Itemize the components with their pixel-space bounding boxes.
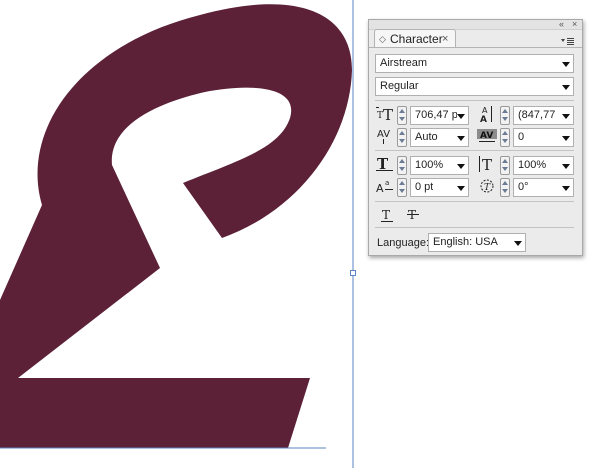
svg-text:A: A	[482, 106, 488, 115]
skew-field[interactable]: 0°	[513, 178, 574, 197]
svg-text:T: T	[383, 106, 393, 123]
language-label: Language:	[377, 237, 429, 249]
svg-text:A: A	[376, 182, 384, 195]
chevron-down-icon	[562, 85, 570, 90]
panel-collapse-button[interactable]: «	[559, 20, 564, 29]
svg-text:A: A	[480, 115, 487, 123]
chevron-down-icon	[457, 114, 465, 119]
separator	[375, 201, 574, 202]
horizontal-scale-value: 100%	[415, 159, 444, 171]
tracking-icon: AV	[477, 127, 497, 145]
panel-menu-icon[interactable]	[561, 37, 575, 49]
chevron-down-icon	[457, 136, 465, 141]
chevron-down-icon	[562, 164, 570, 169]
font-size-value: 706,47 p	[415, 109, 457, 121]
chevron-down-icon	[457, 186, 465, 191]
chevron-down-icon	[514, 241, 522, 246]
tab-strip-divider	[369, 47, 582, 48]
panel-close-button[interactable]: ×	[572, 20, 577, 29]
vertical-scale-value: 100%	[518, 159, 547, 171]
language-dropdown[interactable]: English: USA	[428, 233, 526, 252]
separator	[375, 150, 574, 151]
font-family-value: Airstream	[380, 57, 428, 69]
tracking-spinner[interactable]	[500, 128, 510, 147]
skew-icon: T	[477, 177, 497, 195]
leading-icon: AA	[477, 105, 497, 125]
kerning-field[interactable]: Auto	[410, 128, 469, 147]
kerning-spinner[interactable]	[397, 128, 407, 147]
skew-spinner[interactable]	[500, 178, 510, 197]
text-frame-handle[interactable]	[350, 270, 356, 276]
skew-value: 0°	[518, 181, 529, 193]
chevron-down-icon	[562, 62, 570, 67]
font-family-dropdown[interactable]: Airstream	[375, 54, 574, 73]
baseline-shift-field[interactable]: 0 pt	[410, 178, 469, 197]
svg-text:T: T	[482, 156, 492, 173]
language-value: English: USA	[433, 236, 498, 248]
horizontal-scale-field[interactable]: 100%	[410, 156, 469, 175]
double-diamond-icon: ◇	[379, 34, 386, 44]
chevron-down-icon	[562, 114, 570, 119]
glyph-shape	[0, 4, 352, 448]
font-style-dropdown[interactable]: Regular	[375, 77, 574, 96]
svg-text:AV: AV	[377, 129, 390, 140]
baseline-shift-spinner[interactable]	[397, 178, 407, 197]
leading-value: (847,77	[518, 109, 556, 121]
svg-text:T: T	[484, 183, 491, 193]
font-style-value: Regular	[380, 80, 419, 92]
horizontal-scale-icon: T	[375, 155, 395, 173]
chevron-down-icon	[457, 164, 465, 169]
horizontal-scale-spinner[interactable]	[397, 156, 407, 175]
underline-button[interactable]: T	[379, 207, 395, 223]
tracking-value: 0	[518, 131, 525, 143]
underline-icon: T	[381, 208, 393, 222]
svg-text:a: a	[385, 179, 389, 187]
character-panel: « × ◇ Character × Airstream Regular TT 7…	[368, 19, 583, 256]
chevron-down-icon	[562, 186, 570, 191]
svg-text:AV: AV	[480, 131, 493, 141]
chevron-down-icon	[562, 136, 570, 141]
leading-field[interactable]: (847,77	[513, 106, 574, 125]
tab-character-label: Character	[390, 32, 443, 46]
baseline-shift-value: 0 pt	[415, 181, 434, 193]
strikethrough-icon: T	[407, 208, 419, 222]
separator	[375, 227, 574, 228]
separator	[375, 100, 574, 101]
kerning-icon: AV	[375, 127, 395, 145]
font-size-field[interactable]: 706,47 p	[410, 106, 469, 125]
strikethrough-button[interactable]: T	[405, 207, 421, 223]
font-size-spinner[interactable]	[397, 106, 407, 125]
font-size-icon: TT	[375, 105, 395, 124]
baseline-shift-icon: Aa	[375, 177, 395, 195]
tab-character[interactable]: ◇ Character ×	[374, 29, 456, 48]
vertical-scale-spinner[interactable]	[500, 156, 510, 175]
kerning-value: Auto	[415, 131, 438, 143]
tracking-field[interactable]: 0	[513, 128, 574, 147]
vertical-scale-icon: T	[477, 155, 497, 174]
vertical-scale-field[interactable]: 100%	[513, 156, 574, 175]
svg-text:T: T	[382, 208, 390, 222]
leading-spinner[interactable]	[500, 106, 510, 125]
tab-close-button[interactable]: ×	[442, 30, 448, 48]
